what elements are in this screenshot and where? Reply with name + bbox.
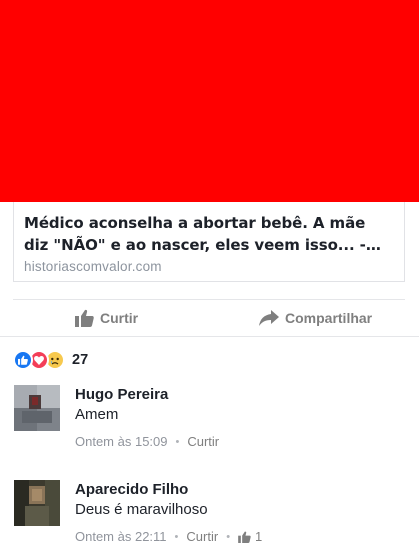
like-reaction-icon [13, 350, 33, 370]
comment-timestamp: Ontem às 22:11 [75, 529, 167, 544]
avatar[interactable] [14, 480, 60, 526]
comment-author[interactable]: Aparecido Filho [75, 480, 409, 500]
reaction-count: 27 [72, 352, 89, 368]
share-arrow-icon [259, 310, 279, 326]
thumbs-up-icon [238, 531, 251, 543]
link-preview-image[interactable] [0, 0, 419, 202]
comment-text: Deus é maravilhoso [75, 501, 208, 518]
share-button-label: Compartilhar [285, 310, 373, 326]
like-button[interactable]: Curtir [75, 300, 138, 336]
link-preview-title[interactable]: Médico aconselha a abortar bebê. A mãe d… [24, 212, 394, 256]
like-count-value: 1 [255, 529, 263, 544]
comment-meta: Ontem às 22:11 • Curtir • 1 [75, 529, 409, 544]
separator-dot: • [174, 530, 179, 543]
comment-like-button[interactable]: Curtir [186, 529, 218, 544]
thumbs-up-icon [75, 309, 94, 327]
post-action-bar: Curtir Compartilhar [0, 300, 419, 336]
comment-item: Hugo Pereira Amem Ontem às 15:09 • Curti… [14, 385, 409, 465]
separator-dot: • [175, 435, 180, 448]
comment-timestamp: Ontem às 15:09 [75, 434, 168, 449]
reaction-summary[interactable]: 27 [13, 349, 88, 371]
share-button[interactable]: Compartilhar [259, 300, 372, 336]
link-preview-card[interactable]: Médico aconselha a abortar bebê. A mãe d… [13, 202, 405, 282]
avatar[interactable] [14, 385, 60, 431]
comment-meta: Ontem às 15:09 • Curtir [75, 434, 409, 449]
comment-text: Amem [75, 406, 119, 423]
comment-item: Aparecido Filho Deus é maravilhoso Ontem… [14, 480, 409, 550]
comment-author[interactable]: Hugo Pereira [75, 385, 409, 405]
comment-like-button[interactable]: Curtir [187, 434, 219, 449]
link-preview-domain: historiascomvalor.com [24, 259, 162, 274]
like-button-label: Curtir [100, 310, 139, 326]
divider [0, 336, 419, 337]
comment-like-count[interactable]: 1 [238, 529, 262, 544]
separator-dot: • [226, 530, 231, 543]
